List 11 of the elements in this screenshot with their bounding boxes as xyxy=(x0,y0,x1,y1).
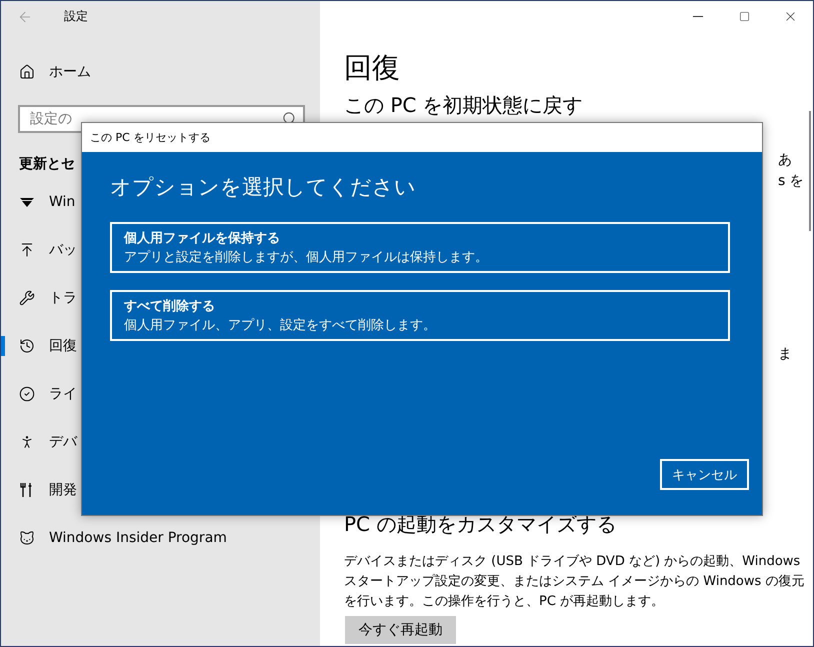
page-title: 回復 xyxy=(344,50,401,86)
paragraph-text: ま xyxy=(778,345,793,364)
dialog-heading: オプションを選択してください xyxy=(110,174,417,201)
paragraph-text: あ xyxy=(778,151,793,170)
section-title: 更新とセ xyxy=(18,154,76,174)
paragraph-text: デバイスまたはディスク (USB ドライブや DVD など) からの起動、Windows スタートアップ設定の変更、またはシステム イメージからの Windows の復元を行います。この操作を行うと、PC が再起動します。 xyxy=(344,553,806,611)
section-heading: この PC を初期状態に戻す xyxy=(344,94,584,116)
dialog-title: この PC をリセットする xyxy=(90,130,210,145)
section-heading: PC の起動をカスタマイズする xyxy=(344,511,618,538)
window-title: 設定 xyxy=(64,8,88,25)
paragraph-text: s を xyxy=(778,172,805,191)
